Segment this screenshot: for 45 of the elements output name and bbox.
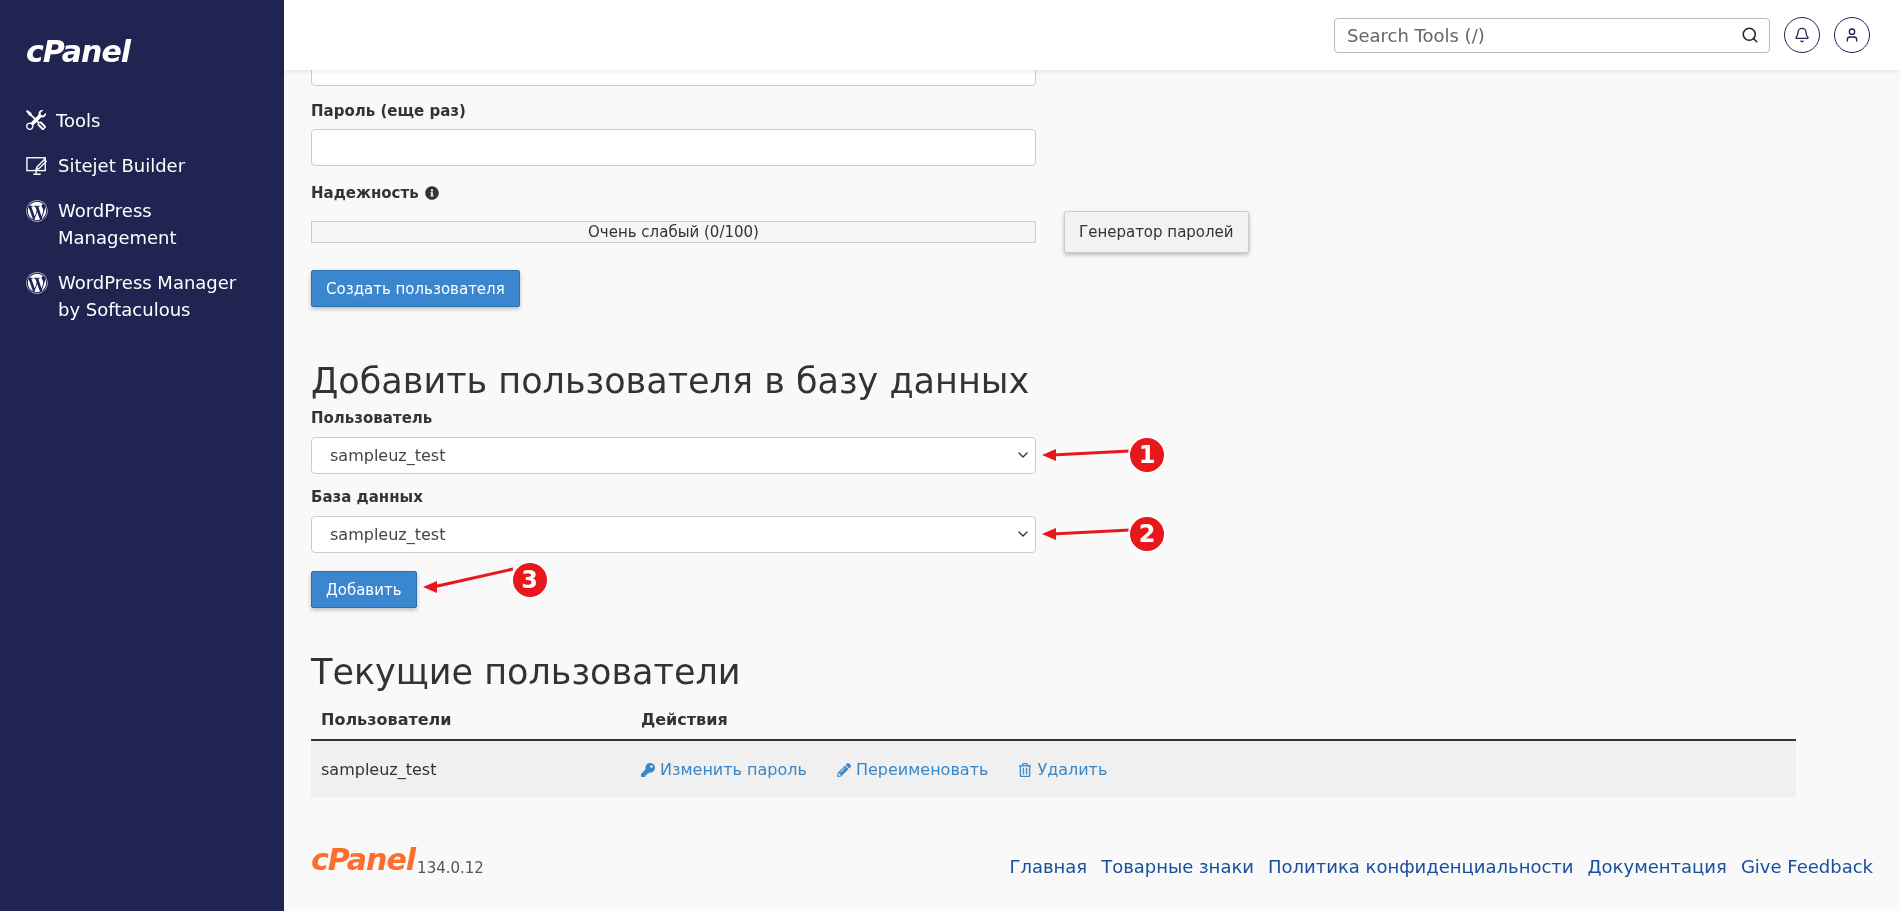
select-field[interactable]: sampleuz_test bbox=[311, 436, 1036, 474]
footer-link[interactable]: Документация bbox=[1587, 856, 1727, 877]
step-number: 3 bbox=[510, 561, 549, 599]
password-generator-button[interactable]: Генератор паролей bbox=[1064, 211, 1249, 253]
footer-link[interactable]: Политика конфиденциальности bbox=[1268, 856, 1574, 877]
strength-reading: Очень слабый (0/100) bbox=[588, 223, 759, 241]
sidebar-item[interactable]: Tools bbox=[26, 107, 241, 134]
password-again-field[interactable] bbox=[311, 129, 1036, 166]
field-label: База данных bbox=[311, 488, 424, 506]
bell-icon bbox=[1794, 27, 1810, 43]
user-icon bbox=[1844, 27, 1860, 43]
tools-icon bbox=[26, 110, 46, 130]
version-text: 134.0.12 bbox=[417, 859, 484, 877]
user-cell-text: sampleuz_test bbox=[321, 760, 438, 779]
column-header: Действия bbox=[641, 710, 729, 729]
key-icon bbox=[641, 762, 655, 777]
search-input[interactable]: Search Tools (/) bbox=[1345, 23, 1733, 47]
user-button[interactable] bbox=[1834, 17, 1870, 53]
step-number: 2 bbox=[1128, 515, 1166, 553]
pencil-icon bbox=[836, 762, 851, 777]
select-field[interactable]: sampleuz_test bbox=[311, 515, 1036, 553]
column-header: Пользователи bbox=[321, 710, 453, 729]
monitor-pencil-icon bbox=[26, 155, 48, 177]
field-label: Пароль (еще раз) bbox=[311, 102, 467, 120]
section-heading: Текущие пользователи bbox=[311, 652, 742, 692]
search-box[interactable]: Search Tools (/) bbox=[1334, 17, 1770, 53]
info-icon[interactable] bbox=[424, 186, 439, 200]
footer-link[interactable]: Товарные знаки bbox=[1101, 856, 1254, 877]
trash-icon bbox=[1018, 762, 1033, 777]
add-button[interactable]: Добавить bbox=[311, 571, 417, 608]
sidebar-item[interactable]: Sitejet Builder bbox=[26, 152, 241, 179]
sidebar-item[interactable]: WordPress Management bbox=[26, 197, 241, 251]
step-number: 1 bbox=[1128, 436, 1166, 474]
footer-link[interactable]: Give Feedback bbox=[1740, 856, 1873, 877]
section-heading: Добавить пользователя в базу данных bbox=[311, 361, 1031, 401]
notifications-button[interactable] bbox=[1784, 17, 1820, 53]
search-icon[interactable] bbox=[1741, 26, 1759, 44]
wordpress-icon bbox=[26, 200, 48, 222]
field-label: Пользователь bbox=[311, 409, 434, 427]
footer-link[interactable]: Главная bbox=[1009, 856, 1088, 877]
cpanel-logo[interactable]: cPanel bbox=[26, 34, 131, 69]
field-label: Надежность bbox=[311, 184, 419, 202]
sidebar-item[interactable]: WordPress Manager by Softaculous bbox=[26, 269, 241, 323]
create-user-button[interactable]: Создать пользователя bbox=[311, 270, 520, 307]
wordpress-icon bbox=[26, 272, 48, 294]
